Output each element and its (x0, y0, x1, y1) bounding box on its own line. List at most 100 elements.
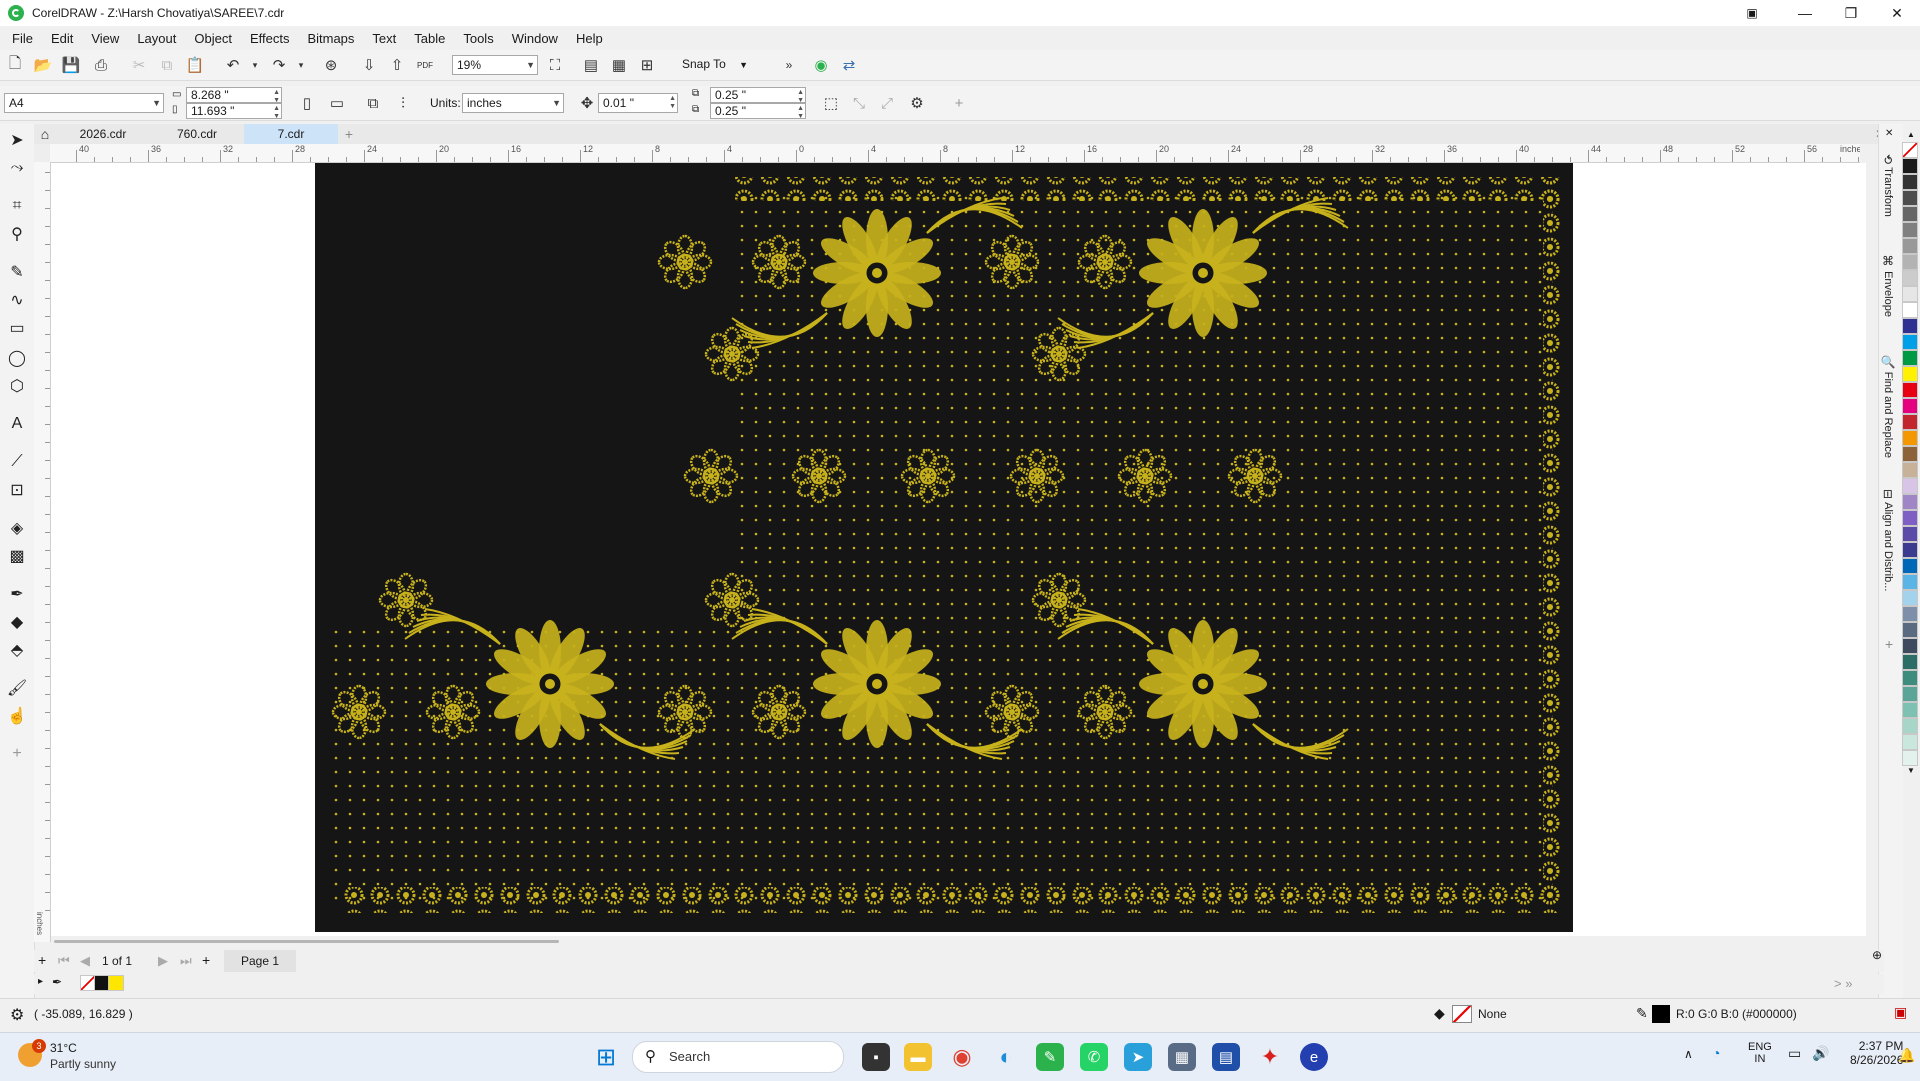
fill-swatch[interactable] (1452, 1005, 1472, 1023)
page-size-select[interactable]: A4 ▼ (4, 93, 164, 113)
docker-align-distribute[interactable]: ⊟ Align and Distrib... (1881, 489, 1895, 591)
taskbar-search-box[interactable]: ⚲ Search (632, 1041, 844, 1073)
menu-object[interactable]: Object (185, 31, 241, 46)
minimize-button[interactable]: — (1782, 0, 1828, 26)
add-docker-icon[interactable]: + (1885, 636, 1893, 652)
redo-dropdown-icon[interactable]: ▾ (290, 54, 312, 76)
publish-pdf-icon[interactable]: PDF (414, 54, 436, 76)
palette-swatch[interactable] (1902, 510, 1918, 526)
palette-swatch[interactable] (1902, 366, 1918, 382)
undo-icon[interactable]: ↶ (222, 54, 244, 76)
duplicate-x-field[interactable]: 0.25 " ▲ ▼ (710, 87, 806, 104)
show-rulers-icon[interactable]: ▤ (580, 54, 602, 76)
scroll-right-icon[interactable]: > » (1834, 976, 1852, 991)
next-page-icon[interactable]: ▶ (158, 953, 168, 969)
close-button[interactable]: ✕ (1874, 0, 1920, 26)
close-docker-icon[interactable]: ✕ (1885, 128, 1893, 139)
docker-envelope[interactable]: ⌘ Envelope (1881, 254, 1895, 317)
tab-page-1[interactable]: Page 1 (224, 950, 296, 972)
eyedropper-icon[interactable]: ✒ (5, 582, 29, 606)
menu-text[interactable]: Text (363, 31, 405, 46)
drop-shadow-icon[interactable]: ◈ (5, 516, 29, 540)
palette-swatch[interactable] (1902, 270, 1918, 286)
crop-tool-icon[interactable]: ⌗ (5, 194, 29, 218)
menu-layout[interactable]: Layout (128, 31, 185, 46)
new-tab-icon[interactable]: + (338, 124, 360, 144)
palette-swatch[interactable] (1902, 686, 1918, 702)
palette-swatch[interactable] (1902, 398, 1918, 414)
outline-swatch[interactable] (1652, 1005, 1670, 1023)
new-document-icon[interactable]: 🗋 (4, 54, 26, 76)
palette-swatch[interactable] (1902, 414, 1918, 430)
palette-swatch[interactable] (1902, 334, 1918, 350)
palette-swatch[interactable] (1902, 750, 1918, 766)
tab-2026-cdr[interactable]: 2026.cdr (56, 124, 150, 144)
telegram-icon[interactable]: ➤ (1124, 1043, 1152, 1071)
palette-swatch[interactable] (1902, 542, 1918, 558)
print-icon[interactable]: ⎙ (90, 54, 112, 76)
palette-swatch[interactable] (1902, 302, 1918, 318)
menu-window[interactable]: Window (503, 31, 567, 46)
duplicate-y-field[interactable]: 0.25 " ▲ ▼ (710, 103, 806, 120)
nudge-distance-field[interactable]: 0.01 " ▲ ▼ (598, 93, 678, 113)
color-proof-icon[interactable]: ▣ (1894, 1004, 1907, 1021)
menu-view[interactable]: View (82, 31, 128, 46)
artistic-media-icon[interactable]: ∿ (5, 288, 29, 312)
pick-tool-icon[interactable]: ➤ (5, 128, 29, 152)
tab-760-cdr[interactable]: 760.cdr (150, 124, 244, 144)
menu-table[interactable]: Table (405, 31, 454, 46)
more-options-icon[interactable]: » (778, 54, 800, 76)
search-content-icon[interactable]: ⊛ (320, 54, 342, 76)
connector-tool-icon[interactable]: ⊡ (5, 478, 29, 502)
text-tool-icon[interactable]: A (5, 412, 29, 436)
palette-swatch[interactable] (1902, 718, 1918, 734)
palette-swatch[interactable] (1902, 654, 1918, 670)
docker-find-replace[interactable]: 🔍 Find and Replace (1881, 354, 1895, 458)
file-explorer-icon[interactable]: ▬ (904, 1043, 932, 1071)
freehand-tool-icon[interactable]: ✎ (5, 260, 29, 284)
corel-connect-icon[interactable]: ⇄ (838, 54, 860, 76)
export-icon[interactable]: ⇧ (386, 54, 408, 76)
palette-swatch[interactable] (1902, 702, 1918, 718)
palette-swatch[interactable] (1902, 238, 1918, 254)
volume-icon[interactable]: 🔊 (1812, 1045, 1829, 1062)
smart-fill-icon[interactable]: ⬘ (5, 638, 29, 662)
options-icon[interactable]: ⚙ (906, 92, 928, 114)
palette-swatch[interactable] (1902, 158, 1918, 174)
palette-scroll-down-icon[interactable]: ▼ (1902, 766, 1920, 778)
palette-swatch[interactable] (1902, 350, 1918, 366)
docker-transform[interactable]: ⟲ Transform (1881, 154, 1895, 217)
palette-swatch[interactable] (1902, 558, 1918, 574)
eyedropper-icon[interactable]: ✒ (52, 975, 62, 989)
app-icon-blue-circle[interactable]: e (1300, 1043, 1328, 1071)
restore-button[interactable]: ❐ (1828, 0, 1874, 26)
whatsapp-icon[interactable]: ✆ (1080, 1043, 1108, 1071)
horizontal-scrollbar[interactable] (54, 940, 559, 943)
app-icon-document[interactable]: ▤ (1212, 1043, 1240, 1071)
page-width-field[interactable]: 8.268 " ▲ ▼ (186, 87, 282, 104)
menu-bitmaps[interactable]: Bitmaps (298, 31, 363, 46)
polygon-tool-icon[interactable]: ⬡ (5, 374, 29, 398)
landscape-icon[interactable]: ▭ (326, 92, 348, 114)
show-guidelines-icon[interactable]: ⊞ (636, 54, 658, 76)
rectangle-tool-icon[interactable]: ▭ (5, 316, 29, 340)
scale-stroke-icon[interactable]: ⤡ (848, 92, 870, 114)
zoom-navigator-icon[interactable]: ⊕ (1872, 948, 1882, 962)
notifications-icon[interactable]: 🔔 (1898, 1047, 1915, 1064)
palette-swatch[interactable] (1902, 254, 1918, 270)
ruler-origin[interactable] (34, 144, 50, 162)
expand-icon[interactable]: ▸ (38, 976, 43, 987)
palette-swatch[interactable] (1902, 606, 1918, 622)
treat-as-filled-icon[interactable]: ⬚ (820, 92, 842, 114)
document-page[interactable] (315, 163, 1573, 932)
scale-pattern-icon[interactable]: ⤢ (876, 92, 898, 114)
palette-swatch[interactable] (1902, 462, 1918, 478)
palette-swatch[interactable] (1902, 622, 1918, 638)
chrome-icon[interactable]: ◉ (948, 1043, 976, 1071)
undo-dropdown-icon[interactable]: ▾ (244, 54, 266, 76)
vertical-ruler[interactable]: inches (34, 162, 51, 942)
menu-tools[interactable]: Tools (454, 31, 502, 46)
brush-icon[interactable]: 🖌 (5, 676, 29, 700)
palette-swatch[interactable] (1902, 574, 1918, 590)
shape-tool-icon[interactable]: ⤳ (5, 156, 29, 180)
